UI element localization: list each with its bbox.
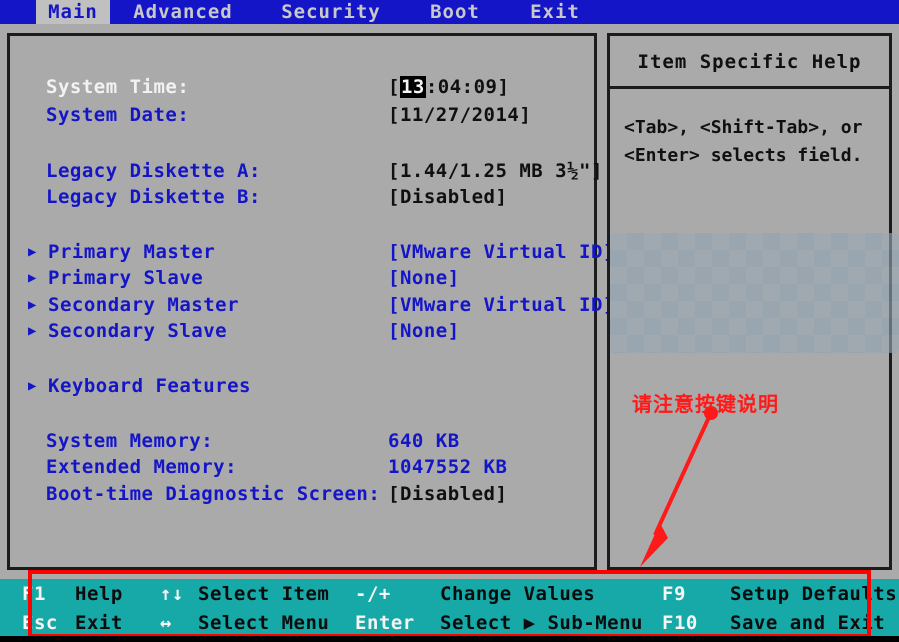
setting-value[interactable]: [VMware Virtual ID] <box>388 292 615 318</box>
annotation-label: 请注意按键说明 <box>632 388 779 417</box>
menu-tab-exit[interactable]: Exit <box>522 0 588 24</box>
setting-label: System Memory: <box>46 428 213 454</box>
footer-action-label: Select Menu <box>198 612 329 634</box>
setting-label: Legacy Diskette A: <box>46 158 261 184</box>
footer-key[interactable]: F1 <box>22 583 46 605</box>
setting-label: Secondary Master <box>48 292 239 318</box>
help-panel-title: Item Specific Help <box>610 36 889 89</box>
setting-label: Keyboard Features <box>48 373 251 399</box>
footer-key[interactable]: F9 <box>662 583 686 605</box>
footer-action-label: Help <box>75 583 123 605</box>
menu-bar-underline <box>0 24 899 29</box>
setting-row[interactable]: ▶Secondary Master[VMware Virtual ID] <box>10 292 594 318</box>
setting-value[interactable]: [13:04:09] <box>388 74 509 100</box>
setting-row[interactable]: ▶Primary Master[VMware Virtual ID] <box>10 239 594 265</box>
menu-tab-boot[interactable]: Boot <box>420 0 490 24</box>
main-settings-panel: System Time: [13:04:09] System Date: [11/27… <box>7 33 597 570</box>
setting-value[interactable]: [11/27/2014] <box>388 102 531 128</box>
value-suffix: :04:09] <box>426 76 510 98</box>
footer-action-label: Change Values <box>440 583 595 605</box>
footer-key[interactable]: ↑↓ <box>160 583 184 605</box>
setting-value[interactable]: [Disabled] <box>388 481 507 507</box>
help-panel-text: <Tab>, <Shift-Tab>, or <Enter> selects f… <box>624 114 886 170</box>
setting-value[interactable]: 640 KB <box>388 428 460 454</box>
setting-row[interactable]: Legacy Diskette B: [Disabled] <box>10 184 594 210</box>
footer-key[interactable]: Enter <box>355 612 415 634</box>
submenu-triangle-icon: ▶ <box>28 373 36 399</box>
setting-value[interactable]: 1047552 KB <box>388 454 507 480</box>
setting-label: Secondary Slave <box>48 318 227 344</box>
setting-row[interactable]: ▶ Primary Slave [None] <box>10 265 594 291</box>
footer-action-label: Select ▶ Sub-Menu <box>440 612 643 634</box>
submenu-triangle-icon: ▶ <box>28 239 36 265</box>
bios-setup-screen: Main Advanced Security Boot Exit System Time… <box>0 0 899 642</box>
menu-bar: Main Advanced Security Boot Exit <box>0 0 899 24</box>
setting-value[interactable]: [VMware Virtual ID] <box>388 239 615 265</box>
censored-mosaic-region <box>610 233 899 353</box>
setting-value[interactable]: [None] <box>388 265 460 291</box>
setting-row[interactable]: System Memory: 640 KB <box>10 428 594 454</box>
setting-value[interactable]: [Disabled] <box>388 184 507 210</box>
setting-label: Boot-time Diagnostic Screen: <box>46 481 380 507</box>
setting-row[interactable]: System Date: [11/27/2014] <box>10 102 594 128</box>
footer-key[interactable]: Esc <box>22 612 58 634</box>
value-prefix: [ <box>388 76 400 98</box>
setting-value[interactable]: [1.44/1.25 MB 3½"] <box>388 158 603 184</box>
setting-label: Primary Slave <box>48 265 203 291</box>
setting-label: Legacy Diskette B: <box>46 184 261 210</box>
setting-row[interactable]: Extended Memory: 1047552 KB <box>10 454 594 480</box>
setting-row[interactable]: Boot-time Diagnostic Screen: [Disabled] <box>10 481 594 507</box>
setting-row[interactable]: ▶ Secondary Slave [None] <box>10 318 594 344</box>
setting-label: Primary Master <box>48 239 215 265</box>
value-cursor-highlight[interactable]: 13 <box>400 76 426 98</box>
function-key-footer: F1 Help Esc Exit ↑↓ Select Item ↔ Select Menu -/… <box>0 579 899 642</box>
footer-key[interactable]: ↔ <box>160 612 172 634</box>
menu-tab-security[interactable]: Security <box>272 0 390 24</box>
menu-tab-advanced[interactable]: Advanced <box>118 0 248 24</box>
setting-label: Extended Memory: <box>46 454 237 480</box>
setting-row[interactable]: Legacy Diskette A:[1.44/1.25 MB 3½"] <box>10 158 594 184</box>
submenu-triangle-icon: ▶ <box>28 265 36 291</box>
submenu-triangle-icon: ▶ <box>28 318 36 344</box>
footer-action-label: Setup Defaults <box>730 583 897 605</box>
footer-action-label: Select Item <box>198 583 329 605</box>
submenu-triangle-icon: ▶ <box>28 292 36 318</box>
setting-row[interactable]: ▶ Keyboard Features <box>10 373 594 399</box>
footer-key[interactable]: -/+ <box>355 583 391 605</box>
footer-action-label: Exit <box>75 612 123 634</box>
footer-key[interactable]: F10 <box>662 612 698 634</box>
setting-row[interactable]: System Time: [13:04:09] <box>10 74 594 100</box>
menu-tab-main[interactable]: Main <box>36 0 110 24</box>
bottom-strip <box>0 636 899 642</box>
setting-value[interactable]: [None] <box>388 318 460 344</box>
setting-label: System Date: <box>46 102 189 128</box>
footer-action-label: Save and Exit <box>730 612 885 634</box>
setting-label: System Time: <box>46 74 189 100</box>
